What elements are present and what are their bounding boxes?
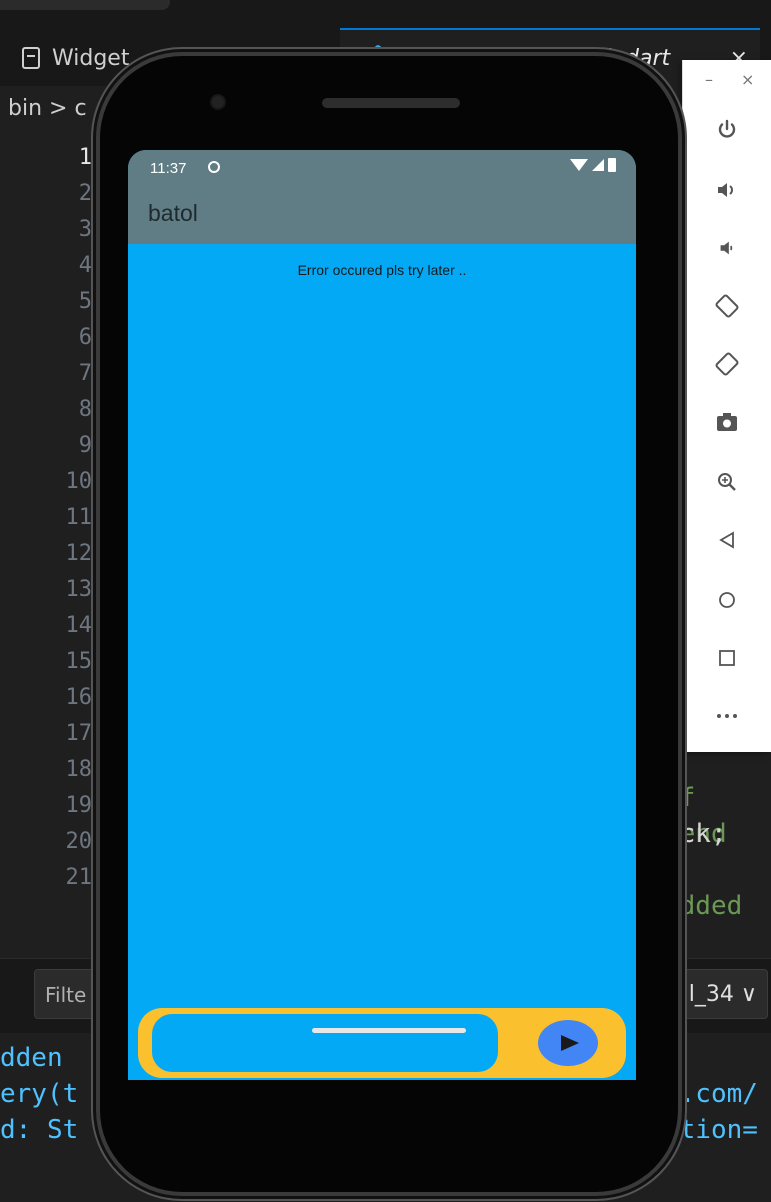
line-number: 15 (65, 649, 93, 674)
line-number: 5 (78, 289, 92, 314)
send-button[interactable] (538, 1020, 598, 1066)
line-number: 21 (65, 865, 93, 890)
tab-widget[interactable]: Widget (22, 30, 129, 86)
error-message: Error occured pls try later .. (297, 262, 467, 278)
rotate-right-icon[interactable] (705, 342, 749, 386)
emulator-toolbar: – × (682, 60, 771, 752)
phone-frame: 11:37 batol Error occured pls try later … (100, 56, 678, 1192)
status-icons (570, 158, 616, 172)
terminal-line: dden (0, 1043, 63, 1073)
line-number: 19 (65, 793, 93, 818)
phone-screen: 11:37 batol Error occured pls try later … (128, 150, 636, 1080)
power-icon[interactable] (705, 108, 749, 152)
line-number: 11 (65, 505, 93, 530)
signal-icon (592, 159, 604, 171)
app-bar: 11:37 batol (128, 150, 636, 244)
file-icon (22, 47, 40, 69)
terminal-line: l.com/ (664, 1079, 758, 1109)
line-number: 18 (65, 757, 93, 782)
breadcrumb[interactable]: bin > c (8, 96, 87, 121)
message-input[interactable] (152, 1014, 498, 1072)
camera-icon[interactable] (705, 400, 749, 444)
tab-label: Widget (52, 45, 130, 71)
earpiece-speaker (322, 98, 460, 108)
line-number: 20 (65, 829, 93, 854)
app-title: batol (148, 200, 198, 226)
line-number: 1 (78, 145, 92, 170)
line-number: 8 (78, 397, 92, 422)
terminal-line: ption= (664, 1115, 758, 1145)
wifi-icon (570, 159, 588, 171)
volume-down-icon[interactable] (705, 226, 749, 270)
close-button[interactable]: × (741, 70, 754, 89)
terminal-line: ery(t (0, 1079, 79, 1109)
sync-status-icon (208, 161, 220, 173)
emulator-window-controls: – × (683, 70, 771, 98)
front-camera (212, 96, 224, 108)
line-number: 7 (78, 361, 92, 386)
overview-icon[interactable] (705, 636, 749, 680)
line-number: 13 (65, 577, 93, 602)
line-number: 12 (65, 541, 93, 566)
code-fragment: added b (664, 891, 743, 957)
line-number: 14 (65, 613, 93, 638)
status-time: 11:37 (150, 160, 187, 177)
home-indicator[interactable] (312, 1028, 466, 1033)
message-composer (138, 1008, 626, 1078)
title-bar-fragment (0, 0, 170, 10)
rotate-left-icon[interactable] (705, 284, 749, 328)
volume-up-icon[interactable] (705, 168, 749, 212)
zoom-icon[interactable] (705, 460, 749, 504)
line-number: 2 (78, 181, 92, 206)
back-icon[interactable] (705, 518, 749, 562)
minimize-button[interactable]: – (705, 70, 713, 89)
home-icon[interactable] (705, 578, 749, 622)
battery-icon (608, 158, 616, 172)
line-number: 10 (65, 469, 93, 494)
send-icon (561, 1035, 579, 1051)
line-number: 3 (78, 217, 92, 242)
more-icon[interactable] (705, 694, 749, 738)
line-number: 6 (78, 325, 92, 350)
line-number: 16 (65, 685, 93, 710)
terminal-line: d: St (0, 1115, 79, 1145)
line-number: 4 (78, 253, 92, 278)
line-number: 17 (65, 721, 93, 746)
line-number: 9 (78, 433, 92, 458)
